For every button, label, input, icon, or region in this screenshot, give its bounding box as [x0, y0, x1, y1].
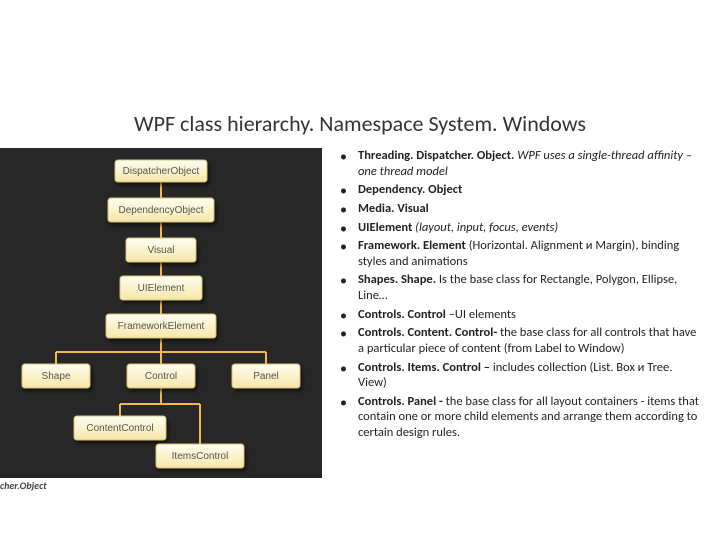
bullet-item: Threading. Dispatcher. Object. WPF uses …	[340, 148, 700, 179]
node-contentcontrol: ContentControl	[86, 423, 153, 434]
node-panel: Panel	[253, 371, 279, 382]
bullet-rest: (layout, input, focus, events)	[412, 220, 558, 235]
bullet-item: Dependency. Object	[340, 182, 700, 198]
node-framework: FrameworkElement	[118, 321, 205, 332]
bullet-item: Controls. Items. Control – includes coll…	[340, 360, 700, 391]
bullet-bold: Controls. Control	[358, 307, 446, 322]
bullet-bold: UIElement	[358, 220, 412, 235]
bullet-bold: Media. Visual	[358, 201, 429, 216]
bullet-item: Controls. Control –UI elements	[340, 307, 700, 323]
node-shape: Shape	[42, 371, 71, 382]
footer-fragment: cher.Object	[0, 479, 47, 492]
hierarchy-diagram: DispatcherObject DependencyObject Visual…	[0, 148, 322, 478]
slide: WPF class hierarchy. Namespace System. W…	[0, 0, 720, 540]
bullet-bold: Framework. Element	[358, 238, 466, 253]
bullet-rest: –UI elements	[446, 307, 516, 322]
bullet-item: Framework. Element (Horizontal. Alignmen…	[340, 238, 700, 269]
node-uielement: UIElement	[138, 283, 185, 294]
bullet-bold: Controls. Panel -	[358, 394, 443, 409]
bullet-bold: Controls. Items. Control –	[358, 360, 490, 375]
bullet-list: Threading. Dispatcher. Object. WPF uses …	[330, 148, 700, 444]
diagram-svg: DispatcherObject DependencyObject Visual…	[0, 148, 322, 478]
bullet-bold: Controls. Content. Control-	[358, 325, 497, 340]
node-dependency: DependencyObject	[118, 205, 203, 216]
node-control: Control	[145, 371, 177, 382]
node-visual: Visual	[147, 245, 174, 256]
node-dispatcher: DispatcherObject	[123, 166, 200, 177]
bullet-bold: Shapes. Shape.	[358, 272, 436, 287]
bullet-bold: Dependency. Object	[358, 182, 462, 197]
page-title: WPF class hierarchy. Namespace System. W…	[0, 110, 720, 137]
node-itemscontrol: ItemsControl	[172, 451, 229, 462]
bullet-item: Controls. Content. Control- the base cla…	[340, 325, 700, 356]
bullet-item: Media. Visual	[340, 201, 700, 217]
bullet-item: Shapes. Shape. Is the base class for Rec…	[340, 272, 700, 303]
bullet-item: UIElement (layout, input, focus, events)	[340, 220, 700, 236]
bullet-bold: Threading. Dispatcher. Object.	[358, 148, 514, 163]
bullet-item: Controls. Panel - the base class for all…	[340, 394, 700, 441]
